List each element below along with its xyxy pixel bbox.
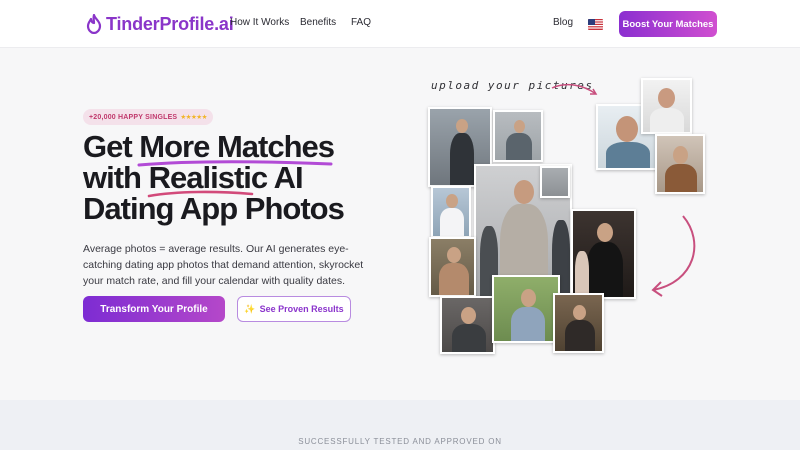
photo-thumbnail <box>553 293 604 353</box>
headline-highlight-realistic-ai: Realistic AI <box>148 160 304 195</box>
top-navbar: TinderProfile.ai How It Works Benefits F… <box>0 0 800 48</box>
sparkles-icon: ✨ <box>244 303 256 314</box>
photo-thumbnail <box>429 237 476 297</box>
curved-arrow-icon <box>651 215 696 297</box>
logo[interactable]: TinderProfile.ai <box>86 11 234 37</box>
logo-text: TinderProfile.ai <box>106 13 234 34</box>
transform-your-profile-button[interactable]: Transform Your Profile <box>83 296 225 322</box>
star-rating-icon: ★★★★★ <box>180 114 207 121</box>
hero-headline: Get More Matches with Realistic AI Datin… <box>83 131 393 224</box>
photo-thumbnail <box>492 275 560 343</box>
see-proven-results-button[interactable]: ✨ See Proven Results <box>237 296 351 322</box>
boost-your-matches-button[interactable]: Boost Your Matches <box>619 11 717 37</box>
photo-thumbnail <box>655 134 705 194</box>
photo-thumbnail <box>431 186 471 238</box>
photo-thumbnail <box>571 209 636 299</box>
nav-link-how-it-works[interactable]: How It Works <box>230 17 289 28</box>
us-flag-icon[interactable] <box>588 19 603 30</box>
photo-thumbnail <box>440 296 495 354</box>
photo-thumbnail <box>493 110 543 162</box>
headline-line-2: with Realistic AI <box>83 160 304 195</box>
headline-line-3: Dating App Photos <box>83 191 345 226</box>
badge-text: +20,000 HAPPY SINGLES <box>89 113 178 121</box>
nav-link-benefits[interactable]: Benefits <box>300 17 336 28</box>
flame-logo-icon <box>86 14 102 34</box>
happy-singles-badge: +20,000 HAPPY SINGLES ★★★★★ <box>83 109 213 125</box>
photo-thumbnail <box>641 78 692 134</box>
hero-subtext: Average photos = average results. Our AI… <box>83 243 364 287</box>
headline-line-1: Get More Matches <box>83 129 335 164</box>
nav-link-faq[interactable]: FAQ <box>351 17 371 28</box>
see-proven-results-label: See Proven Results <box>259 304 344 314</box>
nav-link-blog[interactable]: Blog <box>553 17 573 28</box>
curved-arrow-icon <box>551 83 598 95</box>
headline-highlight-more-matches: More Matches <box>139 129 335 164</box>
photo-thumbnail <box>540 166 570 198</box>
trusted-label: SUCCESSFULLY TESTED AND APPROVED ON <box>298 437 502 446</box>
